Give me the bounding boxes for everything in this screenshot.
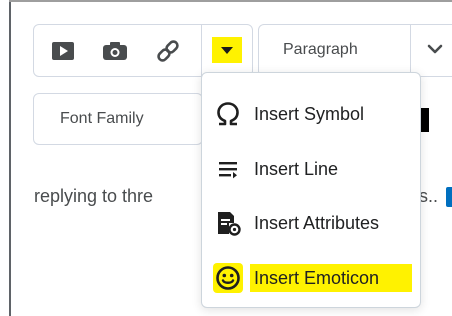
font-family-label: Font Family: [60, 110, 144, 127]
blue-marker: [446, 187, 452, 207]
font-color-swatch[interactable]: [420, 108, 429, 132]
menu-item-label: Insert Attributes: [254, 212, 380, 233]
chevron-down-icon: [221, 46, 233, 54]
font-family-select[interactable]: Font Family: [33, 93, 203, 145]
more-insert-options-button[interactable]: [212, 37, 242, 63]
menu-item-label: Insert Emoticon: [254, 267, 380, 288]
menu-item-label: Insert Line: [254, 158, 339, 179]
toolbar-divider: [201, 25, 202, 76]
omega-icon: [213, 99, 243, 129]
insert-toolbar-group: [33, 24, 253, 77]
insert-stuff-button[interactable]: [100, 25, 130, 76]
editor-frame: Paragraph Font Family replying to thre s…: [0, 0, 452, 316]
chevron-down-icon: [427, 44, 443, 54]
paragraph-format-select[interactable]: Paragraph: [258, 24, 452, 77]
menu-item-insert-symbol[interactable]: Insert Symbol: [202, 87, 420, 141]
editor-body-text[interactable]: replying to thre: [34, 186, 153, 207]
editor-body-text-tail[interactable]: s..: [419, 186, 438, 207]
menu-item-insert-emoticon[interactable]: Insert Emoticon: [202, 251, 420, 305]
emoticon-icon: [213, 263, 243, 293]
insert-dropdown-menu: Insert Symbol Insert Line Insert Attribu…: [201, 72, 421, 308]
media-icon: [52, 41, 74, 60]
menu-item-insert-line[interactable]: Insert Line: [202, 142, 420, 196]
frame-border-top: [9, 0, 452, 8]
insert-media-button[interactable]: [48, 25, 78, 76]
horizontal-line-icon: [213, 154, 243, 184]
camera-icon: [103, 41, 127, 60]
select-divider: [410, 25, 411, 76]
frame-border-left: [9, 0, 11, 316]
attributes-icon: [213, 208, 243, 238]
insert-link-button[interactable]: [153, 25, 183, 76]
menu-item-label: Insert Symbol: [254, 103, 365, 124]
menu-item-insert-attributes[interactable]: Insert Attributes: [202, 196, 420, 250]
link-icon: [157, 39, 179, 62]
paragraph-label: Paragraph: [283, 41, 358, 58]
